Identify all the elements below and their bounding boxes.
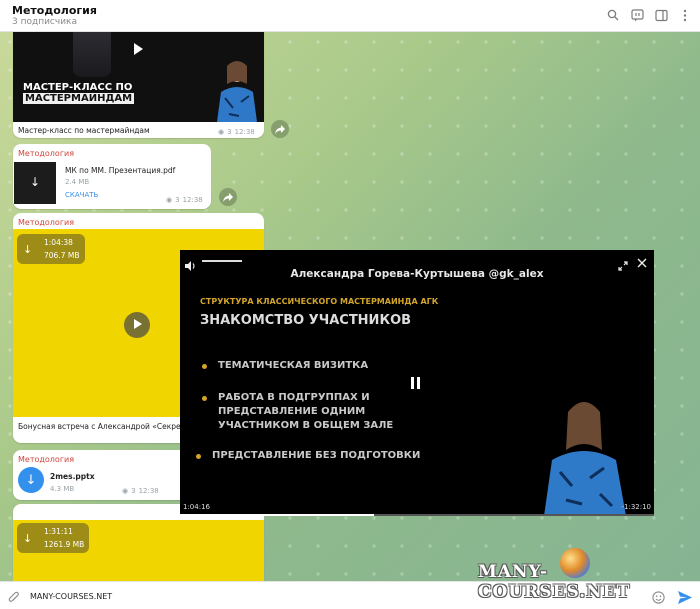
document-name: МК по ММ. Презентация.pdf [65, 166, 176, 175]
views-count: 3 [175, 196, 180, 204]
download-icon[interactable]: ↓ [18, 467, 44, 493]
message-meta: ◉ 3 12:38 [218, 128, 255, 136]
progress-fill [180, 514, 375, 516]
bullet-text-line: УЧАСТНИКОМ В ОБЩЕМ ЗАЛЕ [218, 420, 394, 431]
bullet-text: РАБОТА В ПОДГРУППАХ И ПРЕДСТАВЛЕНИЕ ОДНИ… [218, 391, 393, 433]
attach-icon[interactable] [8, 589, 20, 608]
video-size: 1261.9 MB [44, 540, 85, 549]
views-count: 3 [131, 487, 136, 495]
video-download-badge[interactable]: ↓ 1:04:38 706.7 MB [17, 234, 85, 264]
fullscreen-icon[interactable] [618, 256, 628, 275]
discussion-icon[interactable] [628, 6, 646, 24]
document-size: 4.3 MB [50, 485, 75, 493]
download-arrow-icon: ↓ [30, 175, 41, 189]
download-icon: ↓ [23, 243, 33, 256]
sender-name[interactable]: Методология [18, 149, 74, 158]
sender-name[interactable]: Методология [18, 218, 74, 227]
bullet-dot [202, 364, 207, 369]
bullet-text: ПРЕДСТАВЛЕНИЕ БЕЗ ПОДГОТОВКИ [212, 450, 421, 461]
watermark: MANY-COURSES.NET [478, 562, 631, 602]
speaker-figure [73, 32, 111, 77]
message-meta: ◉ 3 12:38 [166, 196, 203, 204]
download-link[interactable]: СКАЧАТЬ [65, 191, 98, 199]
video-player[interactable]: Александра Горева-Куртышева @gk_alex СТР… [180, 250, 654, 516]
close-icon[interactable] [636, 254, 648, 273]
channel-title[interactable]: Методология [12, 4, 97, 17]
sender-name[interactable]: Методология [18, 455, 74, 464]
views-icon: ◉ [122, 487, 129, 495]
pause-button[interactable] [411, 377, 420, 389]
chat-header: Методология 3 подписчика [0, 0, 700, 32]
video-size: 706.7 MB [44, 251, 80, 260]
slide-subtitle: СТРУКТУРА КЛАССИЧЕСКОГО МАСТЕРМАИНДА АГК [200, 297, 439, 306]
pause-bar [417, 377, 420, 389]
message-time: 12:38 [182, 196, 203, 204]
player-title: Александра Горева-Куртышева @gk_alex [290, 268, 544, 280]
message-time: 12:38 [138, 487, 159, 495]
video-duration: 1:31:11 [44, 527, 73, 536]
play-button[interactable] [124, 312, 150, 338]
more-icon[interactable] [676, 6, 694, 24]
bullet-text: ТЕМАТИЧЕСКАЯ ВИЗИТКА [218, 360, 369, 371]
thumbnail-title: МАСТЕР-КЛАСС ПО МАСТЕРМАИНДАМ [23, 82, 135, 104]
video-download-badge[interactable]: ↓ 1:31:11 1261.9 MB [17, 523, 89, 553]
views-icon: ◉ [166, 196, 173, 204]
search-icon[interactable] [604, 6, 622, 24]
remaining-time: -1:32:10 [621, 503, 651, 511]
thumbnail-title-line2: МАСТЕРМАИНДАМ [23, 93, 135, 104]
message-caption: Мастер-класс по мастермайндам [18, 126, 150, 135]
bullet-dot [202, 396, 207, 401]
forward-button[interactable] [271, 120, 289, 138]
thumbnail-title-line1: МАСТЕР-КЛАСС ПО [23, 82, 133, 93]
pause-bar [411, 377, 414, 389]
views-count: 3 [227, 128, 232, 136]
header-actions [604, 6, 694, 24]
message-caption: Бонусная встреча с Александрой «Секретны [18, 422, 196, 431]
current-time: 1:04:16 [183, 503, 210, 511]
play-icon [134, 319, 142, 329]
views-icon: ◉ [218, 128, 225, 136]
volume-slider[interactable] [202, 260, 242, 262]
presenter-image [544, 402, 626, 516]
bullet-text-line: РАБОТА В ПОДГРУППАХ И [218, 392, 370, 403]
subscriber-count: 3 подписчика [12, 17, 77, 27]
progress-bar[interactable] [180, 514, 654, 516]
video-duration: 1:04:38 [44, 238, 73, 247]
document-size: 2.4 MB [65, 178, 90, 186]
document-name: 2mes.pptx [50, 472, 95, 481]
message-time: 12:38 [234, 128, 255, 136]
play-icon[interactable] [134, 43, 143, 55]
sidebar-toggle-icon[interactable] [652, 6, 670, 24]
slide-title: ЗНАКОМСТВО УЧАСТНИКОВ [200, 313, 412, 328]
message-meta: ◉ 3 12:38 [122, 487, 159, 495]
bullet-text-line: ПРЕДСТАВЛЕНИЕ ОДНИМ [218, 406, 366, 417]
download-icon: ↓ [23, 532, 33, 545]
video-thumbnail[interactable]: МАСТЕР-КЛАСС ПО МАСТЕРМАИНДАМ [13, 32, 264, 122]
presenter-image [217, 61, 257, 122]
bullet-dot [196, 454, 201, 459]
forward-button[interactable] [219, 188, 237, 206]
